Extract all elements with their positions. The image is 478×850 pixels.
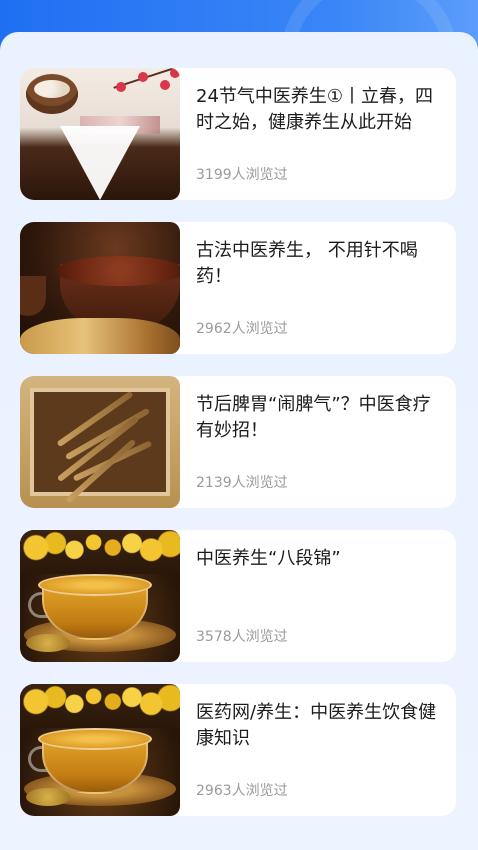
tea-cup-icon	[38, 574, 152, 596]
article-thumbnail	[20, 530, 180, 662]
yellow-flowers-icon	[20, 684, 180, 728]
article-card[interactable]: 医药网/养生：中医养生饮食健康知识 2963人浏览过	[20, 684, 456, 816]
view-count: 3199人浏览过	[196, 167, 288, 183]
article-title: 古法中医养生， 不用针不喝药！	[196, 240, 418, 287]
article-thumbnail	[20, 376, 180, 508]
tea-cup-icon	[38, 728, 152, 750]
herb-bowl-icon	[56, 256, 180, 286]
view-count: 2963人浏览过	[196, 783, 288, 799]
view-count: 2962人浏览过	[196, 321, 288, 337]
article-title: 节后脾胃“闹脾气”？中医食疗有妙招！	[196, 394, 431, 441]
article-thumbnail	[20, 68, 180, 200]
article-title: 24节气中医养生①丨立春，四时之始，健康养生从此开始	[196, 86, 434, 133]
article-thumbnail	[20, 222, 180, 354]
article-title: 中医养生“八段锦”	[196, 548, 341, 569]
article-thumbnail	[20, 684, 180, 816]
article-card[interactable]: 古法中医养生， 不用针不喝药！ 2962人浏览过	[20, 222, 456, 354]
article-card[interactable]: 中医养生“八段锦” 3578人浏览过	[20, 530, 456, 662]
article-title: 医药网/养生：中医养生饮食健康知识	[196, 702, 437, 749]
view-count: 2139人浏览过	[196, 475, 288, 491]
article-card[interactable]: 24节气中医养生①丨立春，四时之始，健康养生从此开始 3199人浏览过	[20, 68, 456, 200]
view-count: 3578人浏览过	[196, 629, 288, 645]
article-card[interactable]: 节后脾胃“闹脾气”？中医食疗有妙招！ 2139人浏览过	[20, 376, 456, 508]
yellow-flowers-icon	[20, 530, 180, 574]
